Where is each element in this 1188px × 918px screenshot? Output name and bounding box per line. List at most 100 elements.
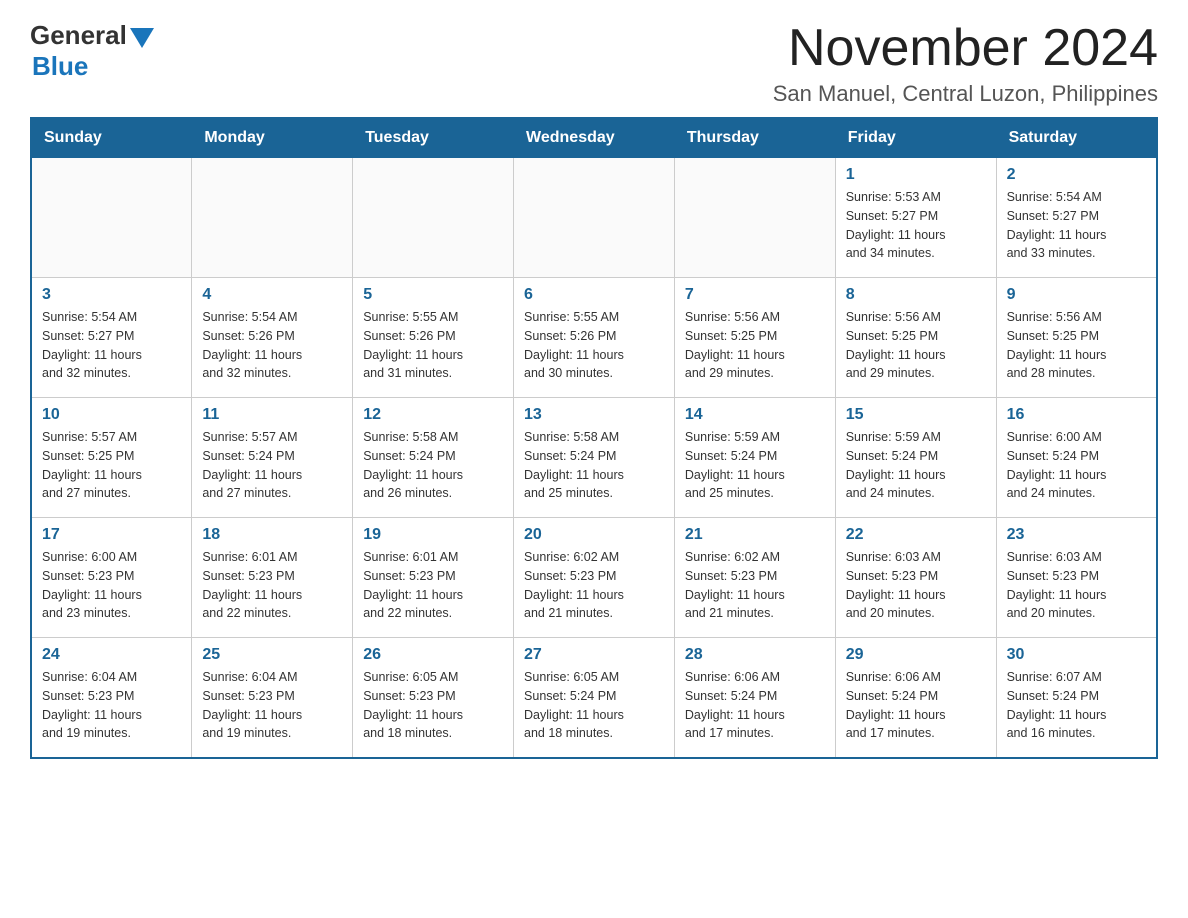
calendar-cell: 11 Sunrise: 5:57 AM Sunset: 5:24 PM Dayli… — [192, 398, 353, 518]
logo-general-text: General — [30, 20, 127, 51]
day-number: 22 — [846, 526, 986, 544]
calendar-cell: 6 Sunrise: 5:55 AM Sunset: 5:26 PM Daylig… — [514, 278, 675, 398]
day-number: 21 — [685, 526, 825, 544]
calendar-cell — [31, 158, 192, 278]
calendar-cell: 27Sunrise: 6:05 AM Sunset: 5:24 PM Dayli… — [514, 638, 675, 758]
calendar-cell: 24 Sunrise: 6:04 AM Sunset: 5:23 PM Dayli… — [31, 638, 192, 758]
calendar-cell — [353, 158, 514, 278]
calendar-cell: 25 Sunrise: 6:04 AM Sunset: 5:23 PM Dayli… — [192, 638, 353, 758]
calendar-cell: 13Sunrise: 5:58 AM Sunset: 5:24 PM Dayli… — [514, 398, 675, 518]
day-sun-info: Sunrise: 6:00 AM Sunset: 5:23 PM Dayligh… — [42, 548, 181, 623]
calendar-cell: 16Sunrise: 6:00 AM Sunset: 5:24 PM Dayli… — [996, 398, 1157, 518]
calendar-cell: 2 Sunrise: 5:54 AM Sunset: 5:27 PM Daylig… — [996, 158, 1157, 278]
day-sun-info: Sunrise: 6:01 AM Sunset: 5:23 PM Dayligh… — [363, 548, 503, 623]
day-sun-info: Sunrise: 5:58 AM Sunset: 5:24 PM Dayligh… — [363, 428, 503, 503]
day-number: 18 — [202, 526, 342, 544]
calendar-cell: 30 Sunrise: 6:07 AM Sunset: 5:24 PM Dayli… — [996, 638, 1157, 758]
day-number: 3 — [42, 286, 181, 304]
calendar-cell: 8Sunrise: 5:56 AM Sunset: 5:25 PM Daylig… — [835, 278, 996, 398]
day-sun-info: Sunrise: 6:04 AM Sunset: 5:23 PM Dayligh… — [42, 668, 181, 743]
calendar-week-row: 3 Sunrise: 5:54 AM Sunset: 5:27 PM Daylig… — [31, 278, 1157, 398]
calendar-cell — [674, 158, 835, 278]
day-sun-info: Sunrise: 6:06 AM Sunset: 5:24 PM Dayligh… — [685, 668, 825, 743]
day-sun-info: Sunrise: 5:55 AM Sunset: 5:26 PM Dayligh… — [363, 308, 503, 383]
calendar-week-row: 17 Sunrise: 6:00 AM Sunset: 5:23 PM Dayli… — [31, 518, 1157, 638]
day-number: 6 — [524, 286, 664, 304]
day-sun-info: Sunrise: 6:06 AM Sunset: 5:24 PM Dayligh… — [846, 668, 986, 743]
day-of-week-header: Thursday — [674, 118, 835, 158]
day-sun-info: Sunrise: 5:59 AM Sunset: 5:24 PM Dayligh… — [685, 428, 825, 503]
day-of-week-header: Wednesday — [514, 118, 675, 158]
day-number: 11 — [202, 406, 342, 424]
calendar-body: 1Sunrise: 5:53 AM Sunset: 5:27 PM Daylig… — [31, 158, 1157, 758]
day-number: 9 — [1007, 286, 1146, 304]
day-of-week-header: Sunday — [31, 118, 192, 158]
day-sun-info: Sunrise: 5:54 AM Sunset: 5:27 PM Dayligh… — [42, 308, 181, 383]
day-sun-info: Sunrise: 6:01 AM Sunset: 5:23 PM Dayligh… — [202, 548, 342, 623]
calendar-cell: 15Sunrise: 5:59 AM Sunset: 5:24 PM Dayli… — [835, 398, 996, 518]
calendar-cell: 22 Sunrise: 6:03 AM Sunset: 5:23 PM Dayli… — [835, 518, 996, 638]
day-number: 16 — [1007, 406, 1146, 424]
day-sun-info: Sunrise: 5:56 AM Sunset: 5:25 PM Dayligh… — [1007, 308, 1146, 383]
logo[interactable]: General Blue — [30, 20, 154, 82]
day-sun-info: Sunrise: 6:05 AM Sunset: 5:23 PM Dayligh… — [363, 668, 503, 743]
day-sun-info: Sunrise: 6:05 AM Sunset: 5:24 PM Dayligh… — [524, 668, 664, 743]
day-number: 23 — [1007, 526, 1146, 544]
calendar-header: SundayMondayTuesdayWednesdayThursdayFrid… — [31, 118, 1157, 158]
day-number: 14 — [685, 406, 825, 424]
calendar-cell: 18 Sunrise: 6:01 AM Sunset: 5:23 PM Dayli… — [192, 518, 353, 638]
day-number: 25 — [202, 646, 342, 664]
day-number: 10 — [42, 406, 181, 424]
day-number: 28 — [685, 646, 825, 664]
day-number: 30 — [1007, 646, 1146, 664]
day-sun-info: Sunrise: 5:54 AM Sunset: 5:26 PM Dayligh… — [202, 308, 342, 383]
calendar-cell: 10 Sunrise: 5:57 AM Sunset: 5:25 PM Dayli… — [31, 398, 192, 518]
day-sun-info: Sunrise: 6:03 AM Sunset: 5:23 PM Dayligh… — [846, 548, 986, 623]
days-of-week-row: SundayMondayTuesdayWednesdayThursdayFrid… — [31, 118, 1157, 158]
calendar-cell: 17 Sunrise: 6:00 AM Sunset: 5:23 PM Dayli… — [31, 518, 192, 638]
calendar-week-row: 24 Sunrise: 6:04 AM Sunset: 5:23 PM Dayli… — [31, 638, 1157, 758]
day-number: 12 — [363, 406, 503, 424]
day-of-week-header: Tuesday — [353, 118, 514, 158]
calendar-cell: 28 Sunrise: 6:06 AM Sunset: 5:24 PM Dayli… — [674, 638, 835, 758]
day-sun-info: Sunrise: 6:04 AM Sunset: 5:23 PM Dayligh… — [202, 668, 342, 743]
calendar-cell: 26 Sunrise: 6:05 AM Sunset: 5:23 PM Dayli… — [353, 638, 514, 758]
calendar-cell: 29 Sunrise: 6:06 AM Sunset: 5:24 PM Dayli… — [835, 638, 996, 758]
day-number: 29 — [846, 646, 986, 664]
month-year-title: November 2024 — [773, 20, 1158, 77]
day-number: 26 — [363, 646, 503, 664]
day-sun-info: Sunrise: 6:07 AM Sunset: 5:24 PM Dayligh… — [1007, 668, 1146, 743]
day-number: 24 — [42, 646, 181, 664]
calendar-cell: 5 Sunrise: 5:55 AM Sunset: 5:26 PM Daylig… — [353, 278, 514, 398]
page-header: General Blue November 2024 San Manuel, C… — [30, 20, 1158, 107]
day-sun-info: Sunrise: 6:02 AM Sunset: 5:23 PM Dayligh… — [524, 548, 664, 623]
day-number: 17 — [42, 526, 181, 544]
title-block: November 2024 San Manuel, Central Luzon,… — [773, 20, 1158, 107]
calendar-cell — [514, 158, 675, 278]
calendar-cell: 19 Sunrise: 6:01 AM Sunset: 5:23 PM Dayli… — [353, 518, 514, 638]
calendar-cell: 1Sunrise: 5:53 AM Sunset: 5:27 PM Daylig… — [835, 158, 996, 278]
day-sun-info: Sunrise: 5:55 AM Sunset: 5:26 PM Dayligh… — [524, 308, 664, 383]
day-number: 13 — [524, 406, 664, 424]
day-sun-info: Sunrise: 5:59 AM Sunset: 5:24 PM Dayligh… — [846, 428, 986, 503]
day-sun-info: Sunrise: 5:57 AM Sunset: 5:24 PM Dayligh… — [202, 428, 342, 503]
day-sun-info: Sunrise: 6:02 AM Sunset: 5:23 PM Dayligh… — [685, 548, 825, 623]
day-sun-info: Sunrise: 6:03 AM Sunset: 5:23 PM Dayligh… — [1007, 548, 1146, 623]
calendar-cell: 14 Sunrise: 5:59 AM Sunset: 5:24 PM Dayli… — [674, 398, 835, 518]
day-of-week-header: Monday — [192, 118, 353, 158]
calendar-cell: 7Sunrise: 5:56 AM Sunset: 5:25 PM Daylig… — [674, 278, 835, 398]
calendar-cell: 12 Sunrise: 5:58 AM Sunset: 5:24 PM Dayli… — [353, 398, 514, 518]
calendar-cell: 3 Sunrise: 5:54 AM Sunset: 5:27 PM Daylig… — [31, 278, 192, 398]
day-sun-info: Sunrise: 5:56 AM Sunset: 5:25 PM Dayligh… — [685, 308, 825, 383]
day-number: 2 — [1007, 166, 1146, 184]
day-number: 19 — [363, 526, 503, 544]
day-sun-info: Sunrise: 5:54 AM Sunset: 5:27 PM Dayligh… — [1007, 188, 1146, 263]
location-subtitle: San Manuel, Central Luzon, Philippines — [773, 81, 1158, 107]
calendar-cell: 9 Sunrise: 5:56 AM Sunset: 5:25 PM Daylig… — [996, 278, 1157, 398]
calendar-week-row: 10 Sunrise: 5:57 AM Sunset: 5:25 PM Dayli… — [31, 398, 1157, 518]
day-sun-info: Sunrise: 5:53 AM Sunset: 5:27 PM Dayligh… — [846, 188, 986, 263]
day-number: 5 — [363, 286, 503, 304]
day-sun-info: Sunrise: 5:57 AM Sunset: 5:25 PM Dayligh… — [42, 428, 181, 503]
calendar-cell: 4Sunrise: 5:54 AM Sunset: 5:26 PM Daylig… — [192, 278, 353, 398]
calendar-cell — [192, 158, 353, 278]
